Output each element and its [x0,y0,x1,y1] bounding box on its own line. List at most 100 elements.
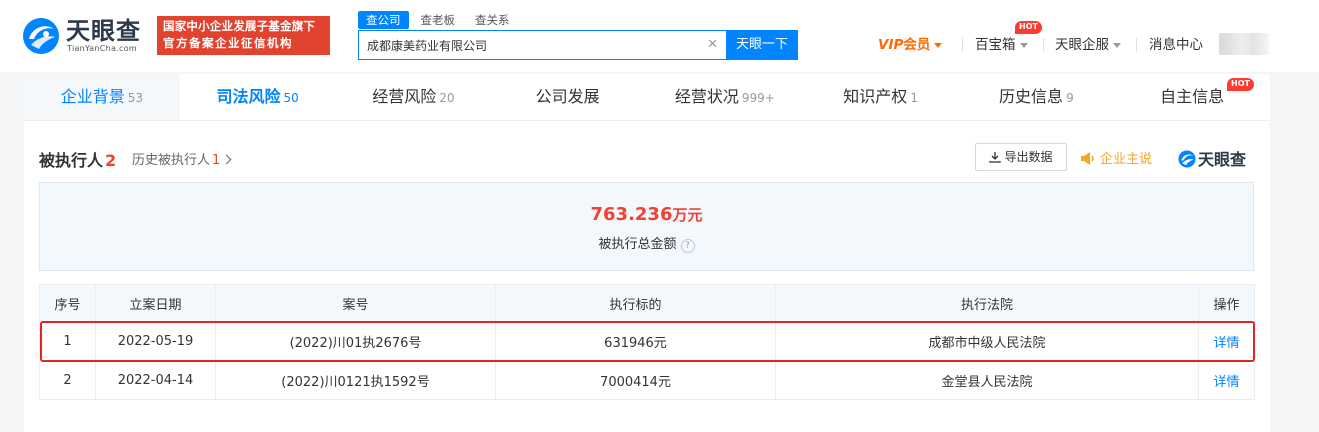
tianyancha-logo-icon [1178,150,1196,168]
hot-badge: HOT [1015,21,1042,34]
table-row: 1 2022-05-19 (2022)川01执2676号 631946元 成都市… [39,321,1255,361]
slogan-line-1: 国家中小企业发展子基金旗下 [163,19,316,33]
tianyancha-brand: 天眼查 [1178,146,1246,170]
tianyancha-logo-icon [23,18,59,54]
total-amount-summary: 763.236万元 被执行总金额? [39,182,1254,271]
chevron-down-icon [1019,42,1028,48]
divider [1136,38,1137,52]
tab-background[interactable]: 企业背景 53 [24,74,180,120]
tab-label: 公司发展 [535,87,600,106]
details-link[interactable]: 详情 [1198,360,1255,400]
chevron-down-icon [1113,42,1121,48]
divider [962,38,963,52]
tab-count: 999+ [741,91,775,105]
hot-badge: HOT [1227,78,1254,91]
chevron-down-icon [934,42,943,48]
slogan-banner: 国家中小企业发展子基金旗下 官方备案企业征信机构 [157,16,330,55]
tab-count: 9 [1066,91,1074,105]
export-button[interactable]: 导出数据 [975,143,1067,171]
search-tab-relation[interactable]: 查关系 [467,11,518,29]
search-tab-boss[interactable]: 查老板 [413,11,464,29]
tab-development[interactable]: 公司发展 [491,74,647,120]
history-count: 1 [212,153,221,168]
tab-operating-status[interactable]: 经营状况 999+ [647,74,803,120]
cell-court: 成都市中级人民法院 [775,321,1199,361]
search-box: ✕ [358,30,726,60]
details-link[interactable]: 详情 [1198,321,1255,361]
tab-count: 53 [127,91,144,105]
tab-count: 50 [283,91,299,105]
executed-person-panel: 被执行人 2 历史被执行人 1 导出数据 企业主说 天眼查 763.236万元 被执… [24,121,1270,432]
tab-label: 司法风险 [216,87,281,106]
section-title-label: 被执行人 [39,151,104,170]
qifu-menu[interactable]: 天眼企服 [1055,34,1121,56]
search-input[interactable] [359,31,689,59]
tab-count: 1 [910,91,918,105]
column-header: 执行法院 [775,284,1199,322]
vip-menu[interactable]: VIP会员 [878,34,943,56]
cell-no: 1 [39,321,96,361]
tab-operating-risk[interactable]: 经营风险 20 [336,74,492,120]
baibaoxiang-menu[interactable]: 百宝箱 [975,34,1028,56]
help-icon[interactable]: ? [680,239,695,253]
search-button[interactable]: 天眼一下 [726,30,798,60]
table-header-row: 序号 立案日期 案号 执行标的 执行法院 操作 [39,284,1255,322]
export-label: 导出数据 [1004,150,1053,164]
tab-label: 历史信息 [999,87,1064,106]
divider [1043,38,1044,52]
tab-judicial-risk[interactable]: 司法风险 50 [179,74,336,120]
vip-suffix: 会员 [903,37,931,53]
baibaoxiang-label: 百宝箱 [975,37,1016,53]
search-tab-company[interactable]: 查公司 [358,11,409,29]
column-header: 案号 [215,284,496,322]
column-header: 操作 [1198,284,1255,322]
total-amount-unit: 万元 [672,206,703,224]
history-executed-link[interactable]: 历史被执行人 1 [132,149,232,168]
tab-label: 知识产权 [843,87,908,106]
section-count: 2 [105,151,117,170]
cell-date: 2022-05-19 [95,321,216,361]
history-label: 历史被执行人 [132,153,211,168]
search-type-tabs: 查公司 查老板 查关系 [358,11,522,29]
tab-ip[interactable]: 知识产权 1 [803,74,959,120]
slogan-line-2: 官方备案企业征信机构 [163,36,293,50]
column-header: 执行标的 [495,284,776,322]
megaphone-icon [1081,152,1094,165]
tab-count: 20 [439,91,455,105]
messages-link[interactable]: 消息中心 [1149,34,1203,56]
cell-amount: 7000414元 [495,360,776,400]
tab-label: 企业背景 [60,87,125,106]
column-header: 立案日期 [95,284,216,322]
brand-name: 天眼查 [1198,150,1247,169]
total-amount: 763.236万元 [40,203,1253,227]
executed-table: 序号 立案日期 案号 执行标的 执行法院 操作 1 2022-05-19 (20… [39,284,1255,400]
logo-domain: TianYanCha.com [67,44,137,53]
cell-no: 2 [39,360,96,400]
cell-case-number: (2022)川01执2676号 [215,321,496,361]
tianyancha-logo[interactable]: 天眼查 TianYanCha.com [22,15,150,57]
download-icon [989,152,1002,163]
top-header: 天眼查 TianYanCha.com 国家中小企业发展子基金旗下 官方备案企业征… [0,0,1319,72]
logo-name: 天眼查 [66,17,141,45]
tab-label: 经营风险 [372,87,437,106]
owner-says-link[interactable]: 企业主说 [1080,148,1152,167]
total-amount-label: 被执行总金额 [598,237,677,252]
tab-history[interactable]: 历史信息 9 [959,74,1115,120]
avatar[interactable] [1219,33,1269,55]
qifu-label: 天眼企服 [1055,37,1109,53]
column-header: 序号 [39,284,96,322]
tab-self-info[interactable]: 自主信息 HOT [1114,74,1270,120]
company-tabs: 企业背景 53 司法风险 50 经营风险 20 公司发展 经营状况 999+ 知识产权 1… [24,74,1270,121]
table-row: 2 2022-04-14 (2022)川0121执1592号 7000414元 … [39,360,1255,400]
section-title: 被执行人 2 [39,147,116,171]
chevron-right-icon [221,154,232,165]
owner-says-label: 企业主说 [1100,152,1153,167]
total-amount-label-row: 被执行总金额? [40,233,1253,253]
tab-label: 自主信息 [1160,87,1225,106]
total-amount-value: 763.236 [590,204,673,225]
vip-label: VIP [878,37,904,53]
cell-amount: 631946元 [495,321,776,361]
clear-icon[interactable]: ✕ [707,37,718,52]
tab-label: 经营状况 [674,87,739,106]
cell-case-number: (2022)川0121执1592号 [215,360,496,400]
